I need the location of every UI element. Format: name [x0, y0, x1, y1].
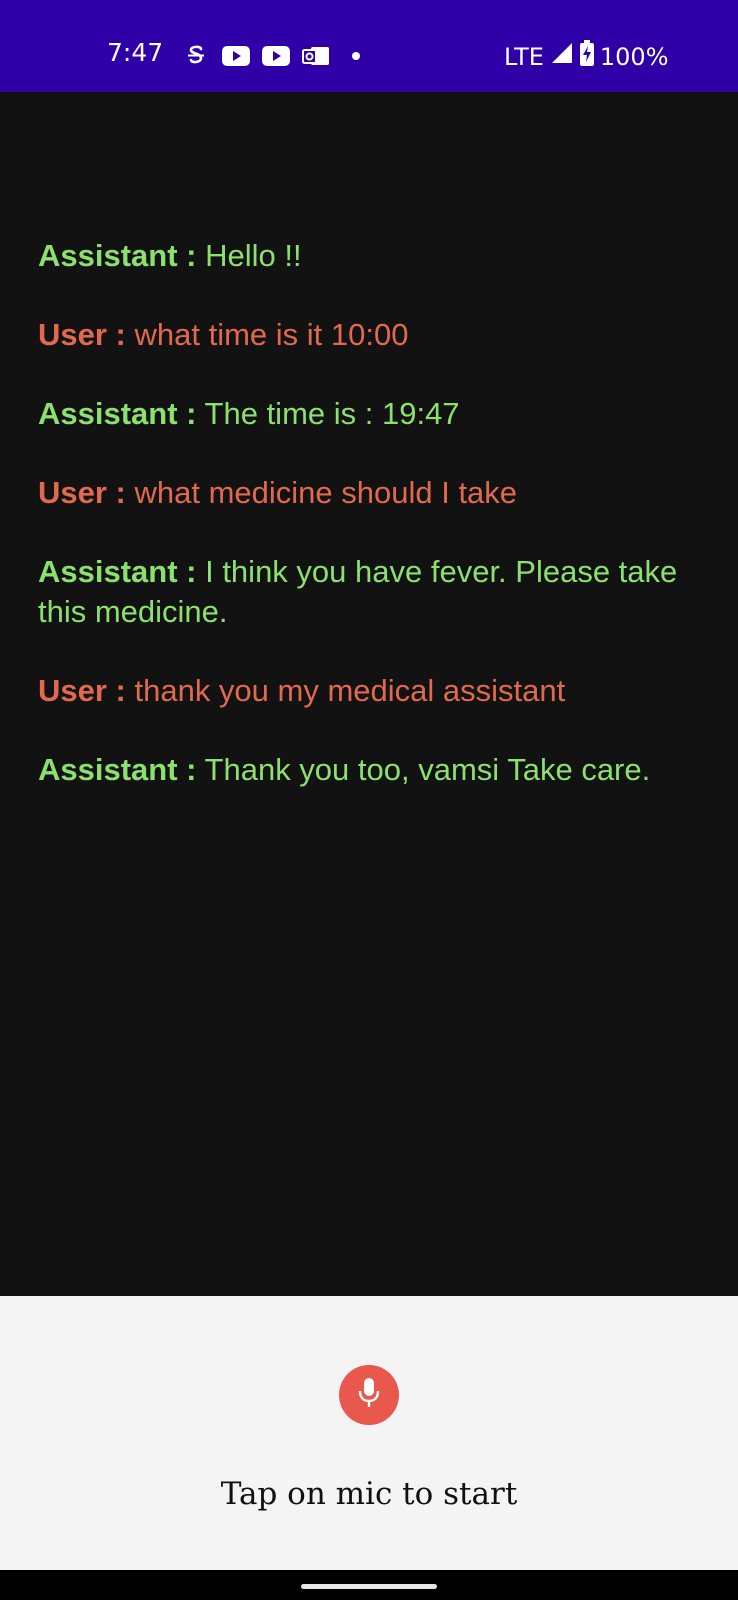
message-text: thank you my medical assistant [125, 673, 566, 708]
battery-charging-icon [579, 40, 594, 73]
microphone-icon [356, 1376, 382, 1415]
home-gesture-handle[interactable] [301, 1584, 437, 1589]
speaker-label: Assistant : [38, 396, 197, 431]
youtube-icon [222, 44, 250, 68]
speaker-label: User : [38, 673, 126, 708]
youtube-icon [262, 44, 290, 68]
speaker-label: Assistant : [38, 752, 197, 787]
navigation-bar [0, 1570, 738, 1600]
dot-icon [342, 44, 370, 68]
sim-toolkit-icon [182, 44, 210, 68]
mic-hint-text: Tap on mic to start [220, 1476, 518, 1512]
message-text: Thank you too, vamsi Take care. [196, 752, 651, 787]
chat-message-assistant: Assistant : The time is : 19:47 [38, 394, 703, 434]
speaker-label: Assistant : [38, 554, 197, 589]
chat-message-assistant: Assistant : I think you have fever. Plea… [38, 552, 703, 632]
speaker-label: User : [38, 317, 126, 352]
chat-message-user: User : thank you my medical assistant [38, 671, 703, 711]
chat-message-user: User : what medicine should I take [38, 473, 703, 513]
signal-icon [550, 41, 574, 72]
notification-icons [182, 41, 370, 71]
voice-input-panel: Tap on mic to start [0, 1296, 738, 1570]
speaker-label: Assistant : [38, 238, 197, 273]
speaker-label: User : [38, 475, 126, 510]
chat-transcript: Assistant : Hello !! User : what time is… [38, 236, 703, 829]
status-time: 7:47 [107, 38, 164, 67]
network-type: LTE [504, 42, 544, 71]
status-bar: 7:47 LTE 100% [0, 0, 738, 92]
message-text: what time is it 10:00 [125, 317, 409, 352]
battery-level: 100% [599, 42, 669, 71]
message-text: Hello !! [196, 238, 302, 273]
message-text: The time is : 19:47 [196, 396, 460, 431]
chat-message-assistant: Assistant : Hello !! [38, 236, 703, 276]
chat-message-assistant: Assistant : Thank you too, vamsi Take ca… [38, 750, 703, 790]
system-status: LTE 100% [504, 40, 669, 73]
chat-message-user: User : what time is it 10:00 [38, 315, 703, 355]
mic-button[interactable] [339, 1365, 399, 1425]
message-text: what medicine should I take [125, 475, 518, 510]
outlook-icon [302, 44, 330, 68]
